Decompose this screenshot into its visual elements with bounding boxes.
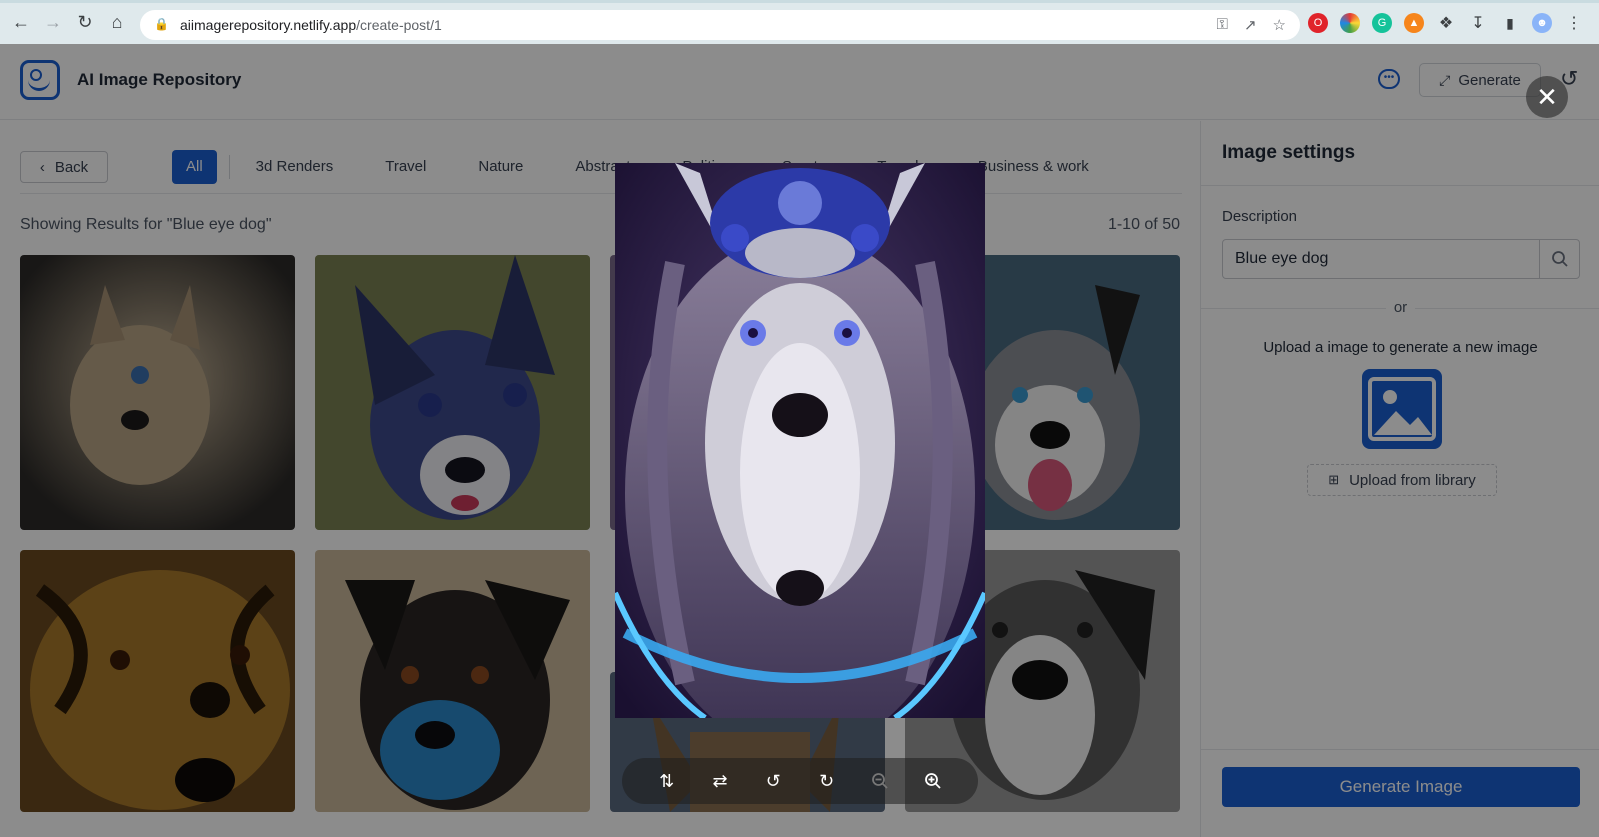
opera-extension-icon[interactable]: O — [1308, 13, 1328, 33]
metamask-extension-icon[interactable]: ▲ — [1404, 13, 1424, 33]
preview-image — [615, 163, 985, 718]
sidebar-icon[interactable]: ▮ — [1500, 13, 1520, 33]
puzzle-extension-icon[interactable]: ❖ — [1436, 13, 1456, 33]
lock-icon: 🔒 — [154, 17, 169, 31]
menu-kebab-icon[interactable]: ⋮ — [1564, 13, 1584, 33]
zoom-in-icon[interactable] — [920, 768, 946, 794]
url-path: /create-post/1 — [356, 17, 442, 33]
dog-king-image — [615, 163, 985, 718]
key-icon[interactable]: ⚿ — [1217, 16, 1228, 34]
reload-icon[interactable]: ↻ — [70, 7, 100, 37]
url-host: aiimagerepository.netlify.app — [180, 17, 357, 33]
flip-vertical-icon[interactable]: ⇅ — [654, 768, 680, 794]
grammarly-extension-icon[interactable]: G — [1372, 13, 1392, 33]
preview-toolbar: ⇅ ⇄ ↺ ↻ — [622, 758, 978, 804]
flip-horizontal-icon[interactable]: ⇄ — [707, 768, 733, 794]
browser-toolbar: ← → ↻ ⌂ 🔒 aiimagerepository.netlify.app /… — [0, 0, 1599, 44]
home-icon[interactable]: ⌂ — [102, 7, 132, 37]
forward-arrow-icon[interactable]: → — [38, 7, 68, 37]
rotate-right-icon[interactable]: ↻ — [814, 768, 840, 794]
back-arrow-icon[interactable]: ← — [6, 7, 36, 37]
color-extension-icon[interactable] — [1340, 13, 1360, 33]
close-icon[interactable]: ✕ — [1526, 76, 1568, 118]
rotate-left-icon[interactable]: ↺ — [760, 768, 786, 794]
address-bar[interactable]: 🔒 aiimagerepository.netlify.app/create-p… — [140, 10, 1300, 40]
star-icon[interactable]: ☆ — [1273, 16, 1286, 34]
share-icon[interactable]: ↗ — [1244, 16, 1257, 34]
download-icon[interactable]: ↧ — [1468, 13, 1488, 33]
profile-avatar[interactable]: ☻ — [1532, 13, 1552, 33]
zoom-out-icon[interactable] — [867, 768, 893, 794]
